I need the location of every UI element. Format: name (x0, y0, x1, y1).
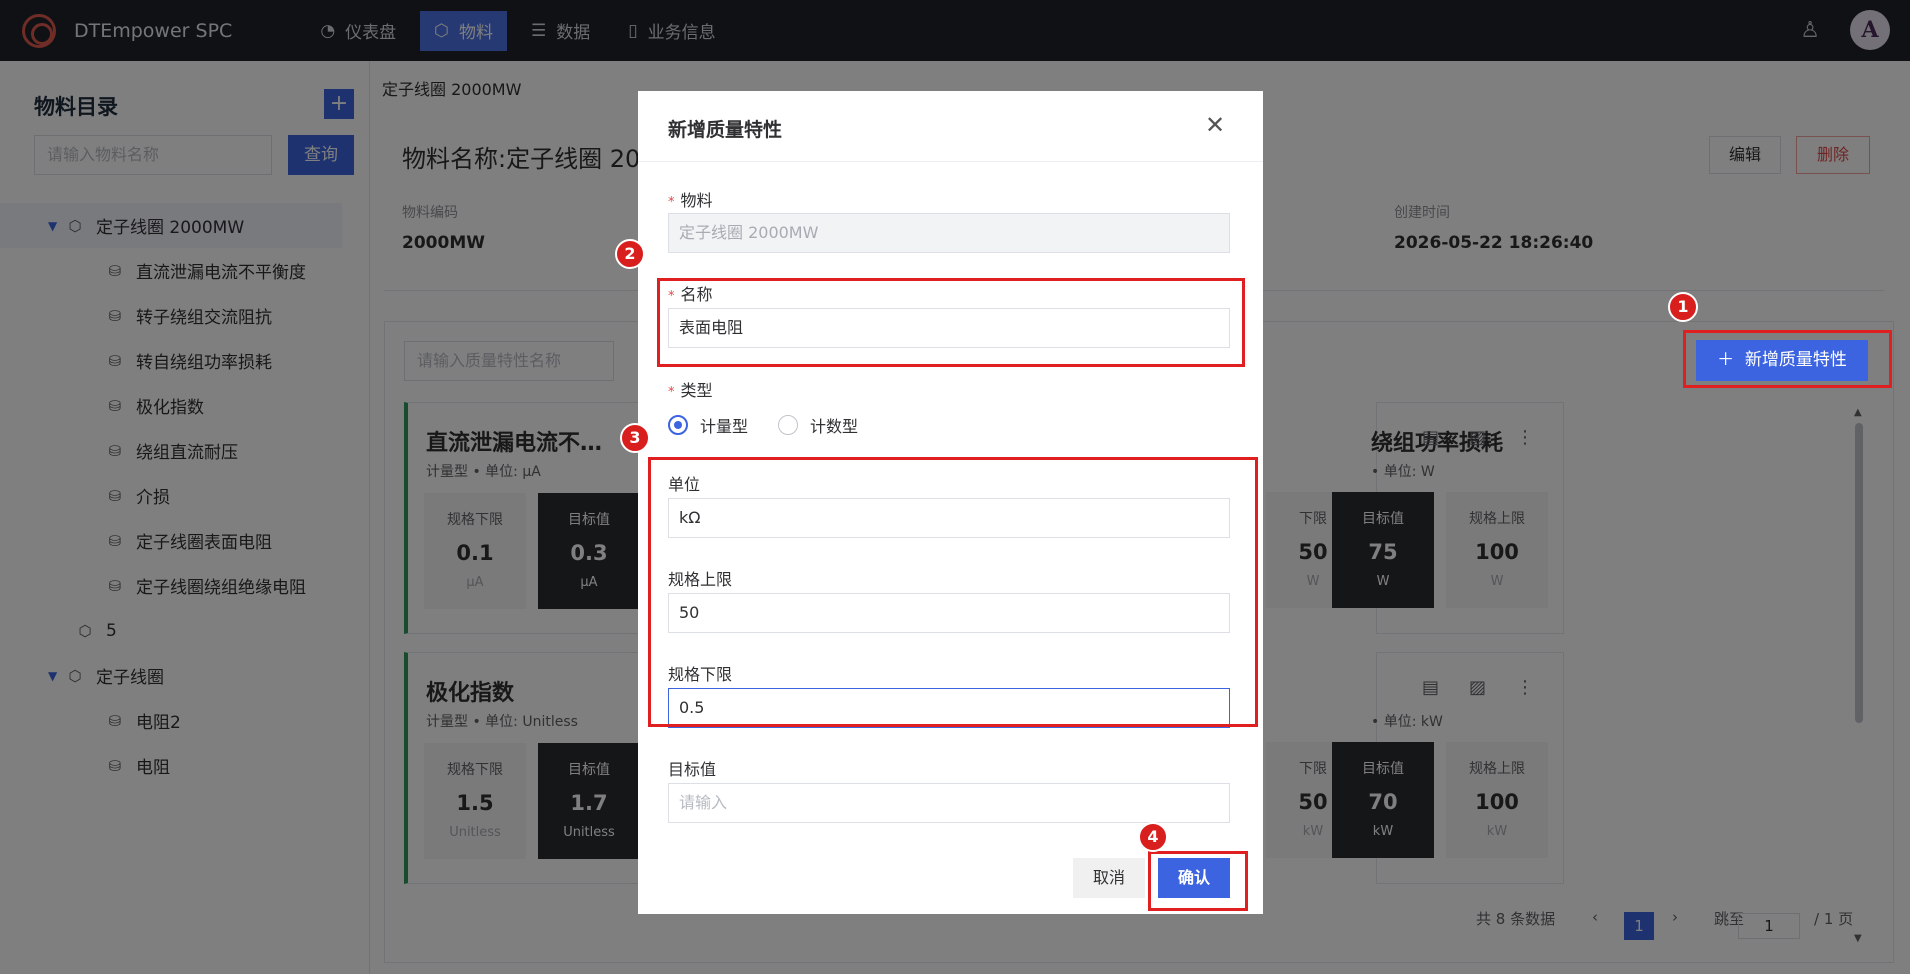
step-badge-1: 1 (1668, 292, 1698, 322)
radio-count[interactable] (778, 415, 799, 435)
radio-measured[interactable] (668, 415, 688, 435)
close-icon[interactable]: ✕ (1205, 111, 1225, 139)
highlight-box-3 (648, 457, 1258, 727)
step-badge-3: 3 (620, 423, 650, 453)
highlight-box-4 (1148, 851, 1248, 911)
step-badge-4: 4 (1138, 822, 1168, 852)
target-label: 目标值 (668, 760, 717, 779)
type-label: * 类型 (668, 381, 713, 400)
target-field[interactable]: 请输入 (668, 783, 1230, 823)
material-label: * 物料 (668, 191, 713, 210)
cancel-button[interactable]: 取消 (1073, 858, 1145, 898)
type-radio-group: 计量型 计数型 (668, 413, 858, 437)
material-field: 定子线圈 2000MW (668, 213, 1230, 253)
dialog-divider (638, 161, 1263, 162)
highlight-box-2 (657, 278, 1245, 367)
highlight-box-1 (1683, 330, 1892, 388)
step-badge-2: 2 (615, 239, 645, 269)
dialog-title: 新增质量特性 (668, 119, 783, 141)
